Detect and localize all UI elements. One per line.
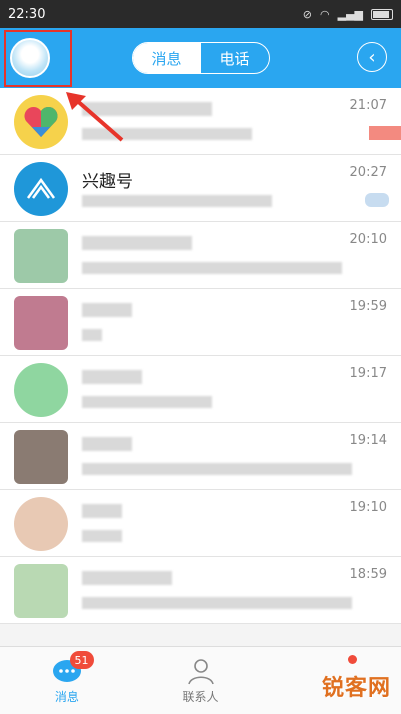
tab-bar-messages[interactable]: 51 消息	[0, 647, 134, 714]
interest-icon	[26, 177, 56, 199]
blurred-preview	[82, 530, 122, 542]
tab-bar: 51 消息 联系人 锐客网	[0, 646, 401, 714]
avatar	[14, 430, 68, 484]
conversation-time: 20:10	[349, 232, 387, 247]
status-icons: ⊘ ◠ ▂▄▆	[303, 8, 393, 21]
list-item[interactable]: 18:59	[0, 557, 401, 624]
conversation-name: 兴趣号	[82, 172, 133, 192]
conversation-time: 21:07	[349, 98, 387, 113]
tab-bar-contacts[interactable]: 联系人	[134, 647, 268, 714]
conversation-time: 20:27	[349, 165, 387, 180]
list-item[interactable]: 19:17	[0, 356, 401, 423]
watermark: 锐客网	[321, 676, 391, 701]
unread-tag	[369, 126, 401, 140]
wifi-icon: ◠	[320, 7, 330, 21]
avatar	[14, 564, 68, 618]
highlight-box	[4, 30, 72, 87]
header: 消息 电话 ‹	[0, 28, 401, 88]
avatar	[14, 497, 68, 551]
blurred-name	[82, 370, 142, 384]
blurred-preview	[82, 396, 212, 408]
blurred-name	[82, 303, 132, 317]
conversation-time: 19:17	[349, 366, 387, 381]
status-tag	[365, 193, 389, 207]
avatar	[14, 363, 68, 417]
person-icon	[187, 658, 214, 684]
unread-badge: 51	[69, 651, 94, 669]
blurred-preview	[82, 463, 352, 475]
conversation-time: 19:10	[349, 500, 387, 515]
signal-icon: ▂▄▆	[337, 7, 363, 21]
battery-icon	[371, 8, 393, 20]
blurred-name	[82, 437, 132, 451]
list-item[interactable]: 19:10	[0, 490, 401, 557]
notification-dot	[347, 655, 357, 664]
tab-messages[interactable]: 消息	[132, 43, 201, 73]
status-bar: 22:30 ⊘ ◠ ▂▄▆	[0, 0, 401, 28]
conversation-time: 18:59	[349, 567, 387, 582]
silent-icon: ⊘	[302, 7, 312, 21]
conversation-list: 21:07 兴趣号 20:27 20:10 19:59 19:17 19:14 …	[0, 88, 401, 624]
conversation-time: 19:14	[349, 433, 387, 448]
chevron-left-icon[interactable]: ‹	[357, 42, 387, 72]
list-item[interactable]: 19:14	[0, 423, 401, 490]
tab-bar-messages-label: 消息	[54, 689, 79, 704]
blurred-name	[82, 571, 172, 585]
blurred-preview	[82, 597, 352, 609]
list-item[interactable]: 20:10	[0, 222, 401, 289]
list-item[interactable]: 19:59	[0, 289, 401, 356]
blurred-preview	[82, 262, 342, 274]
blurred-preview	[82, 195, 272, 207]
tab-switcher: 消息 电话	[131, 42, 270, 74]
tab-calls[interactable]: 电话	[201, 43, 269, 73]
blurred-preview	[82, 329, 102, 341]
status-time: 22:30	[8, 6, 46, 22]
annotation-arrow	[66, 92, 124, 142]
avatar	[14, 162, 68, 216]
list-item[interactable]: 兴趣号 20:27	[0, 155, 401, 222]
blurred-name	[82, 504, 122, 518]
blurred-name	[82, 236, 192, 250]
avatar	[14, 296, 68, 350]
tab-bar-contacts-label: 联系人	[182, 689, 219, 704]
avatar	[14, 229, 68, 283]
conversation-time: 19:59	[349, 299, 387, 314]
